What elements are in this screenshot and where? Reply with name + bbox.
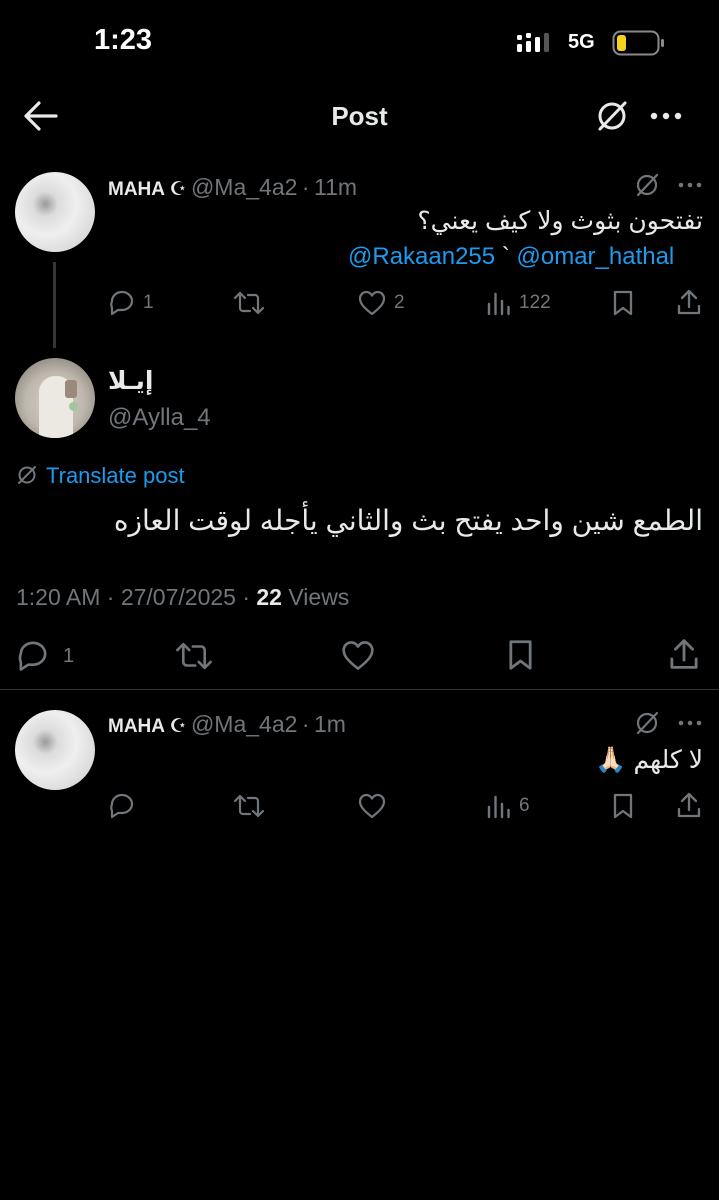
reply-count: 1 <box>143 292 154 313</box>
status-time: 1:23 <box>94 24 153 56</box>
share-button[interactable] <box>668 637 700 671</box>
bookmark-button[interactable] <box>611 792 635 820</box>
reply-count: 1 <box>63 645 75 667</box>
grok-icon[interactable] <box>594 98 630 134</box>
tweet-time: 11m <box>314 174 358 200</box>
thread-connector <box>53 262 56 348</box>
view-count: 122 <box>519 292 551 313</box>
separator: · <box>301 711 310 737</box>
user-handle[interactable]: @Ma_4a2 <box>191 711 297 737</box>
avatar[interactable] <box>15 358 95 438</box>
post-meta: 1:20 AM · 27/07/2025 · 22 Views <box>16 584 349 611</box>
display-name[interactable]: MAHA <box>108 716 165 737</box>
grok-icon[interactable] <box>634 710 660 736</box>
views-icon[interactable] <box>486 290 512 316</box>
post-views-count: 22 <box>256 584 282 610</box>
mention-link[interactable]: @omar_hathal <box>516 243 674 270</box>
reply-button[interactable] <box>108 288 136 316</box>
separator: · <box>301 174 310 200</box>
reply-button[interactable] <box>16 638 50 672</box>
mentions: @Rakaan255 ` @omar_hathal <box>348 243 674 271</box>
share-button[interactable] <box>676 791 702 819</box>
cellular-signal-icon <box>517 32 557 54</box>
network-type: 5G <box>568 31 595 53</box>
post-views-label: Views <box>288 584 350 610</box>
tweet-header: MAHA ☪ @Ma_4a2 · 1m <box>108 711 346 738</box>
translate-icon[interactable] <box>16 464 38 486</box>
bookmark-button[interactable] <box>506 638 535 672</box>
like-count: 2 <box>394 292 405 313</box>
avatar[interactable] <box>15 710 95 790</box>
user-handle[interactable]: @Aylla_4 <box>108 404 211 432</box>
display-name[interactable]: إيـلا <box>108 366 153 396</box>
view-count: 6 <box>519 795 530 816</box>
like-button[interactable] <box>358 793 386 819</box>
repost-button[interactable] <box>233 289 265 317</box>
reply-button[interactable] <box>108 791 136 819</box>
moon-badge-icon: ☪ <box>169 716 187 737</box>
like-button[interactable] <box>358 290 386 316</box>
display-name[interactable]: MAHA <box>108 179 165 200</box>
avatar[interactable] <box>15 172 95 252</box>
post-timestamp: 1:20 AM · 27/07/2025 · <box>16 584 250 610</box>
moon-badge-icon: ☪ <box>169 179 187 200</box>
more-options-icon[interactable] <box>648 104 684 128</box>
tweet-text: تفتحون بثوث ولا كيف يعني؟ <box>417 207 703 235</box>
repost-button[interactable] <box>175 639 213 673</box>
more-options-icon[interactable] <box>677 176 703 194</box>
tweet-time: 1m <box>314 711 346 737</box>
grok-icon[interactable] <box>634 172 660 198</box>
post-text: الطمع شين واحد يفتح بث والثاني يأجله لوق… <box>113 505 703 536</box>
share-button[interactable] <box>676 288 702 316</box>
tweet-header: MAHA ☪ @Ma_4a2 · 11m <box>108 174 357 201</box>
battery-icon <box>612 30 666 56</box>
bookmark-button[interactable] <box>611 289 635 317</box>
more-options-icon[interactable] <box>677 714 703 732</box>
divider <box>0 689 719 690</box>
tweet-text: لا كلهم 🙏🏻 <box>595 746 703 774</box>
translate-post-link[interactable]: Translate post <box>46 463 185 489</box>
user-handle[interactable]: @Ma_4a2 <box>191 174 297 200</box>
repost-button[interactable] <box>233 792 265 820</box>
mention-link[interactable]: @Rakaan255 <box>348 243 495 270</box>
mention-separator: ` <box>501 243 510 270</box>
views-icon[interactable] <box>486 793 512 819</box>
like-button[interactable] <box>341 640 375 671</box>
